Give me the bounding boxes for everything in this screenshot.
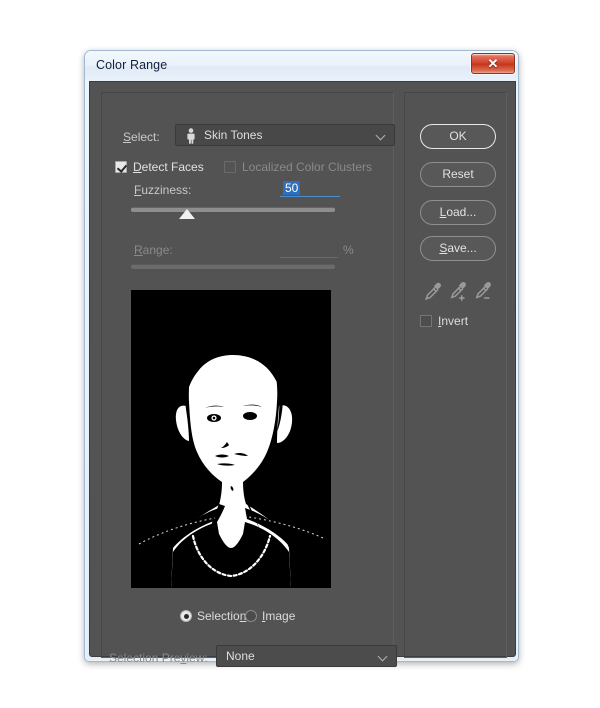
radio-unselected-icon [245, 610, 257, 622]
select-label-text: elect: [131, 130, 160, 144]
color-range-dialog: Color Range ✕ Select: Skin Tones Detect … [84, 50, 519, 667]
fuzziness-label: Fuzziness: [134, 183, 192, 197]
title-bar: Color Range ✕ [85, 51, 518, 81]
selection-radio-label: Selection [197, 609, 247, 623]
checkbox-unchecked-icon [420, 315, 432, 327]
selection-preview-dropdown[interactable]: None [216, 645, 397, 667]
fuzziness-value: 50 [283, 181, 301, 195]
range-unit: % [343, 243, 354, 257]
load-button[interactable]: Load... [420, 200, 496, 225]
person-icon [187, 128, 195, 144]
eyedropper-subtract-icon[interactable] [472, 280, 494, 302]
chevron-down-icon [377, 132, 386, 138]
dialog-body: Select: Skin Tones Detect Faces Localize… [89, 81, 516, 667]
select-dropdown[interactable]: Skin Tones [175, 124, 395, 146]
select-label: Select: [123, 130, 160, 144]
range-label: Range: [134, 243, 173, 257]
preview-image[interactable] [131, 290, 331, 588]
image-radio-label: Image [262, 609, 296, 623]
range-input [280, 241, 338, 258]
invert-label: Invert [438, 314, 469, 328]
ok-button[interactable]: OK [420, 124, 496, 149]
select-value: Skin Tones [204, 128, 263, 142]
detect-faces-label: Detect Faces [133, 160, 204, 174]
fuzziness-slider-track[interactable] [131, 207, 335, 212]
window-title: Color Range [96, 58, 168, 72]
eyedropper-sample-icon[interactable] [422, 280, 444, 302]
close-button[interactable]: ✕ [471, 53, 515, 74]
radio-selected-icon [180, 610, 192, 622]
eyedropper-toolbar [422, 280, 494, 302]
localized-color-clusters-label: Localized Color Clusters [242, 160, 373, 174]
selection-preview-value: None [226, 649, 255, 663]
checkbox-checked-icon [115, 161, 127, 173]
range-slider-track [131, 264, 335, 269]
save-button[interactable]: Save... [420, 236, 496, 261]
chevron-down-icon [379, 653, 388, 659]
checkbox-unchecked-icon [224, 161, 236, 173]
fuzziness-input[interactable]: 50 [280, 180, 340, 197]
selection-preview-label: Selection Preview: [109, 651, 208, 665]
fuzziness-slider-thumb[interactable] [179, 209, 195, 219]
eyedropper-add-icon[interactable] [447, 280, 469, 302]
reset-button[interactable]: Reset [420, 162, 496, 187]
close-icon: ✕ [487, 56, 499, 71]
